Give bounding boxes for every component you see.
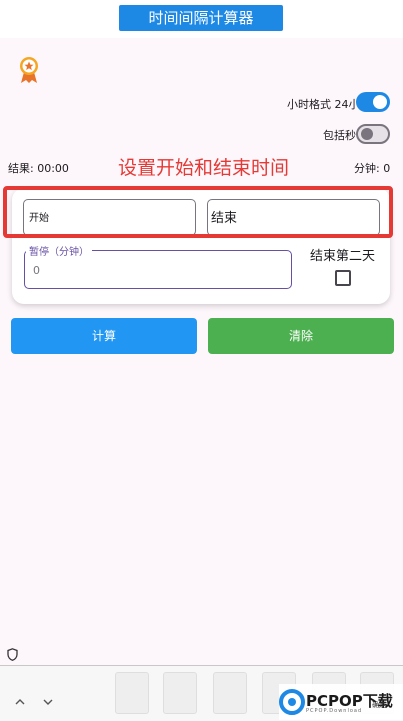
include-seconds-label: 包括秒 bbox=[323, 129, 356, 142]
watermark-sub: PCPOP.Download bbox=[306, 708, 363, 714]
switch-knob bbox=[361, 128, 373, 140]
keyboard-key[interactable] bbox=[213, 672, 247, 714]
pause-minutes-value: 0 bbox=[33, 264, 40, 277]
switch-knob bbox=[373, 95, 387, 109]
end-next-day-label: 结束第二天 bbox=[310, 249, 376, 264]
annotation-highlight-box bbox=[3, 186, 393, 238]
keyboard-confirm-label[interactable]: 确定 bbox=[372, 700, 386, 710]
award-badge-icon[interactable] bbox=[18, 56, 40, 84]
calculate-button[interactable]: 计算 bbox=[11, 318, 197, 354]
clear-button[interactable]: 清除 bbox=[208, 318, 394, 354]
keyboard-key[interactable] bbox=[115, 672, 149, 714]
end-next-day-checkbox[interactable] bbox=[335, 270, 351, 286]
minutes-label: 分钟: 0 bbox=[354, 162, 391, 175]
annotation-text: 设置开始和结束时间 bbox=[118, 157, 290, 179]
include-seconds-switch[interactable] bbox=[356, 124, 390, 144]
title-bar: 时间间隔计算器 bbox=[0, 0, 403, 38]
hour-format-switch[interactable] bbox=[356, 92, 390, 112]
pause-minutes-label: 暂停（分钟） bbox=[26, 243, 92, 258]
chevron-down-icon[interactable] bbox=[42, 697, 54, 707]
keyboard-key[interactable] bbox=[163, 672, 197, 714]
chevron-up-icon[interactable] bbox=[14, 697, 26, 707]
shield-icon bbox=[7, 648, 18, 661]
result-label: 结果: 00:00 bbox=[8, 162, 69, 175]
app-title: 时间间隔计算器 bbox=[119, 5, 283, 31]
